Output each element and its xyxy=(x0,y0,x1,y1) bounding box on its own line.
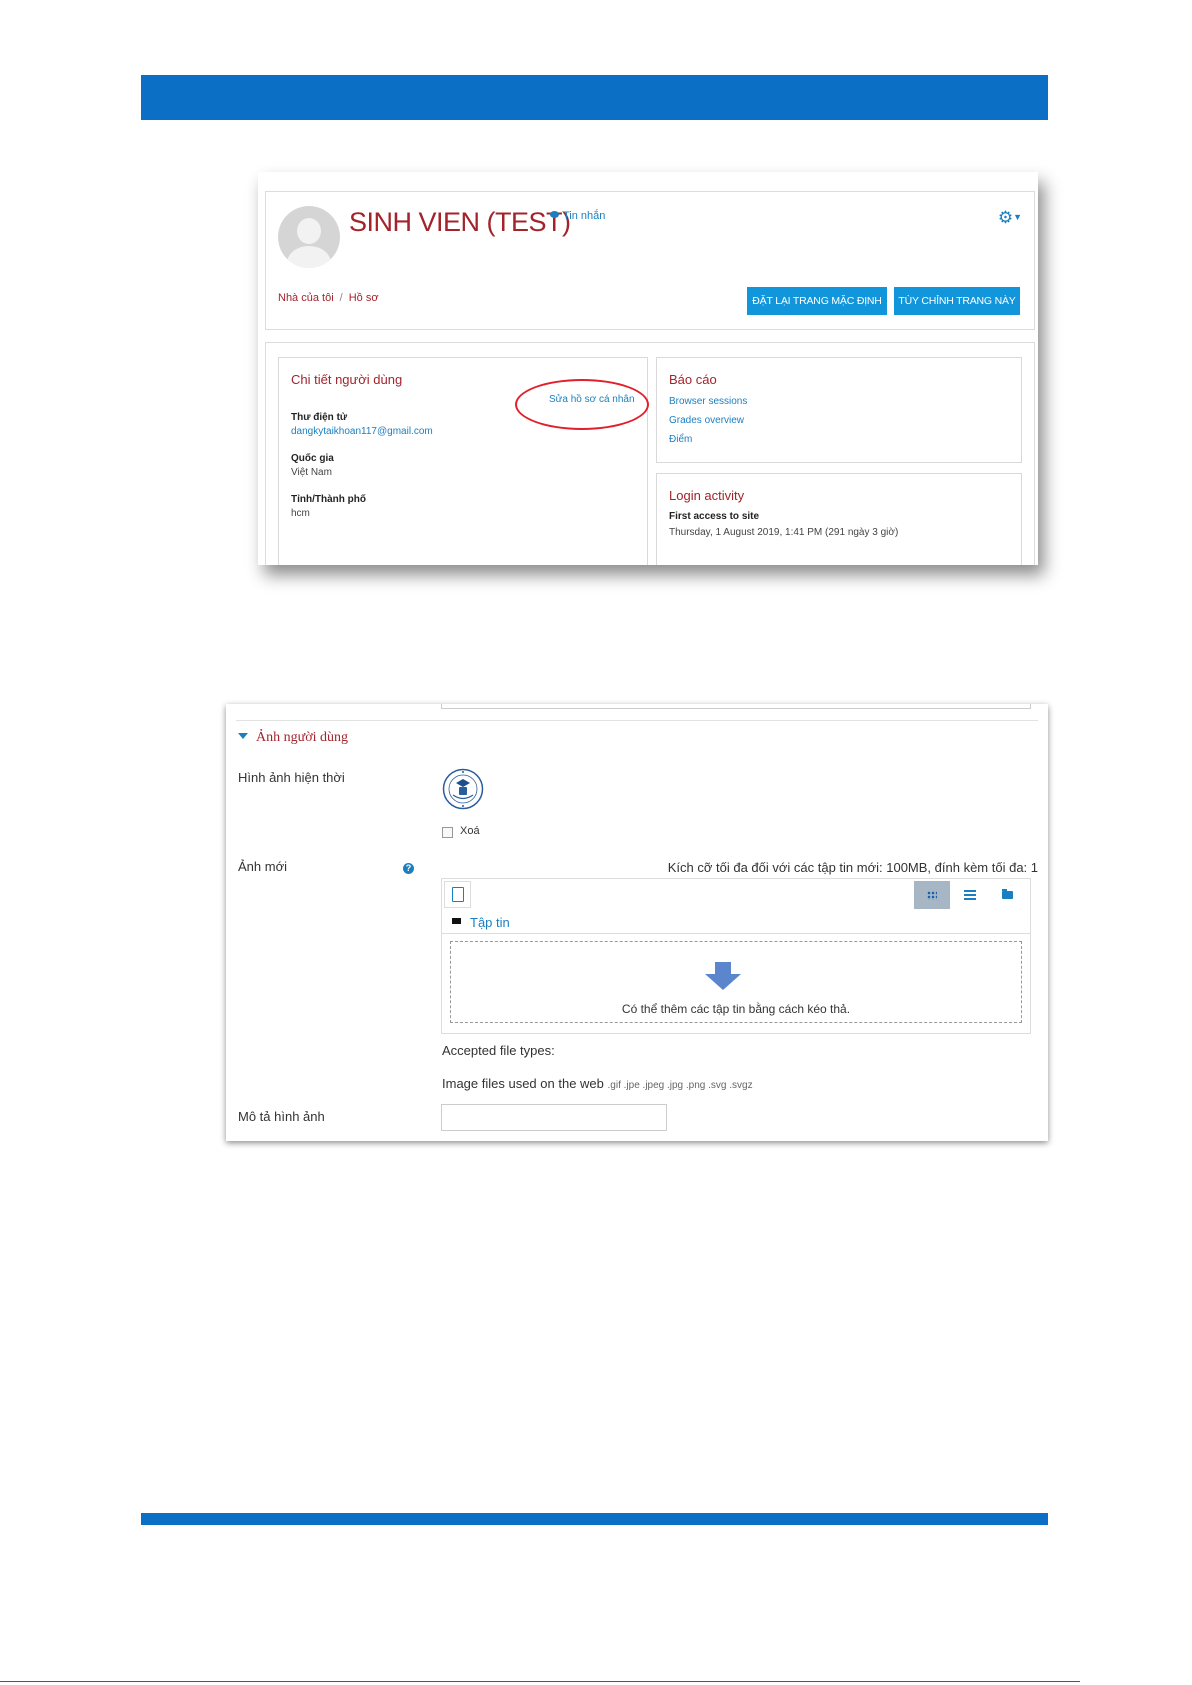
section-divider xyxy=(236,720,1038,721)
delete-label: Xoá xyxy=(460,825,480,837)
profile-screenshot: SINH VIEN (TEST) Tin nhắn ⚙▼ Nhà của tôi… xyxy=(258,172,1038,565)
accepted-types-label: Accepted file types: xyxy=(442,1043,555,1058)
user-details-box: Chi tiết người dùng Sửa hồ sơ cá nhân Th… xyxy=(278,357,649,565)
picture-description-label: Mô tả hình ảnh xyxy=(238,1109,325,1124)
view-icons-button[interactable] xyxy=(914,881,950,909)
drop-zone-text: Có thể thêm các tập tin bằng cách kéo th… xyxy=(621,1002,851,1016)
header-band xyxy=(141,75,1048,120)
breadcrumb-separator: / xyxy=(339,292,343,304)
max-size-text: Kích cỡ tối đa đối với các tập tin mới: … xyxy=(667,860,1038,875)
section-title: Ảnh người dùng xyxy=(256,730,348,745)
picture-screenshot: Ảnh người dùng Hình ảnh hiện thời Xoá Ản… xyxy=(226,704,1048,1141)
country-label: Quốc gia xyxy=(291,453,334,464)
breadcrumb-profile[interactable]: Hồ sơ xyxy=(349,292,379,304)
email-value[interactable]: dangkytaikhoan117@gmail.com xyxy=(291,426,433,437)
previous-textarea-edge xyxy=(441,704,1031,709)
breadcrumb-home[interactable]: Nhà của tôi xyxy=(278,292,334,304)
folder-icon xyxy=(452,918,461,924)
reset-page-button[interactable]: ĐẶT LẠI TRANG MẶC ĐỊNH xyxy=(747,287,887,315)
first-access-value: Thursday, 1 August 2019, 1:41 PM (291 ng… xyxy=(669,527,899,538)
grades-link[interactable]: Điểm xyxy=(669,434,692,445)
school-seal-logo xyxy=(442,768,484,810)
city-label: Tỉnh/Thành phố xyxy=(291,494,366,505)
login-activity-box: Login activity First access to site Thur… xyxy=(656,473,1022,565)
chevron-down-icon: ▼ xyxy=(1013,212,1022,222)
message-link-label: Tin nhắn xyxy=(563,210,606,222)
reports-box: Báo cáo Browser sessions Grades overview… xyxy=(656,357,1022,463)
country-value: Việt Nam xyxy=(291,467,332,478)
file-types: Image files used on the web .gif .jpe .j… xyxy=(442,1076,753,1091)
section-toggle[interactable]: Ảnh người dùng xyxy=(238,730,348,746)
grid-icon xyxy=(927,891,937,900)
breadcrumb: Nhà của tôi / Hồ sơ xyxy=(278,292,379,304)
picture-description-input[interactable] xyxy=(441,1104,667,1131)
profile-main-card: Chi tiết người dùng Sửa hồ sơ cá nhân Th… xyxy=(265,342,1035,565)
message-link[interactable]: Tin nhắn xyxy=(550,210,605,222)
file-types-label: Image files used on the web xyxy=(442,1076,604,1091)
file-picker: Tập tin Có thể thêm các tập tin bằng các… xyxy=(441,878,1031,1034)
file-picker-divider xyxy=(442,933,1030,934)
help-icon[interactable]: ? xyxy=(403,863,414,874)
delete-checkbox[interactable] xyxy=(442,827,453,838)
file-icon xyxy=(452,887,464,902)
caret-down-icon xyxy=(238,733,248,739)
browser-sessions-link[interactable]: Browser sessions xyxy=(669,396,747,407)
file-types-extensions: .gif .jpe .jpeg .jpg .png .svg .svgz xyxy=(607,1080,753,1091)
login-activity-title: Login activity xyxy=(669,488,745,503)
footer-band xyxy=(141,1513,1048,1525)
footer-rule xyxy=(0,1681,1080,1682)
email-label: Thư điện tử xyxy=(291,412,348,423)
city-value: hcm xyxy=(291,508,310,519)
gear-icon[interactable]: ⚙▼ xyxy=(998,208,1022,228)
file-path-label: Tập tin xyxy=(470,915,510,930)
user-name: SINH VIEN (TEST) xyxy=(349,207,571,237)
grades-overview-link[interactable]: Grades overview xyxy=(669,415,744,426)
view-tree-button[interactable] xyxy=(990,881,1026,909)
new-picture-label: Ảnh mới xyxy=(238,859,287,874)
current-picture-label: Hình ảnh hiện thời xyxy=(238,770,345,785)
customize-page-button[interactable]: TÙY CHỈNH TRANG NÀY xyxy=(894,287,1020,315)
chat-bubble-icon xyxy=(550,211,559,218)
avatar-head xyxy=(297,218,321,244)
drop-zone[interactable]: Có thể thêm các tập tin bằng cách kéo th… xyxy=(450,941,1022,1023)
first-access-label: First access to site xyxy=(669,511,760,522)
reports-title: Báo cáo xyxy=(669,372,717,387)
profile-header-card: SINH VIEN (TEST) Tin nhắn ⚙▼ Nhà của tôi… xyxy=(265,191,1035,330)
file-path[interactable]: Tập tin xyxy=(452,915,510,930)
user-details-title: Chi tiết người dùng xyxy=(291,372,403,387)
avatar xyxy=(278,206,340,268)
avatar-body xyxy=(287,246,331,268)
highlight-circle xyxy=(515,379,649,430)
list-icon xyxy=(964,890,976,900)
folder-icon xyxy=(1002,889,1013,899)
add-file-button[interactable] xyxy=(444,881,471,908)
view-list-button[interactable] xyxy=(952,881,988,909)
